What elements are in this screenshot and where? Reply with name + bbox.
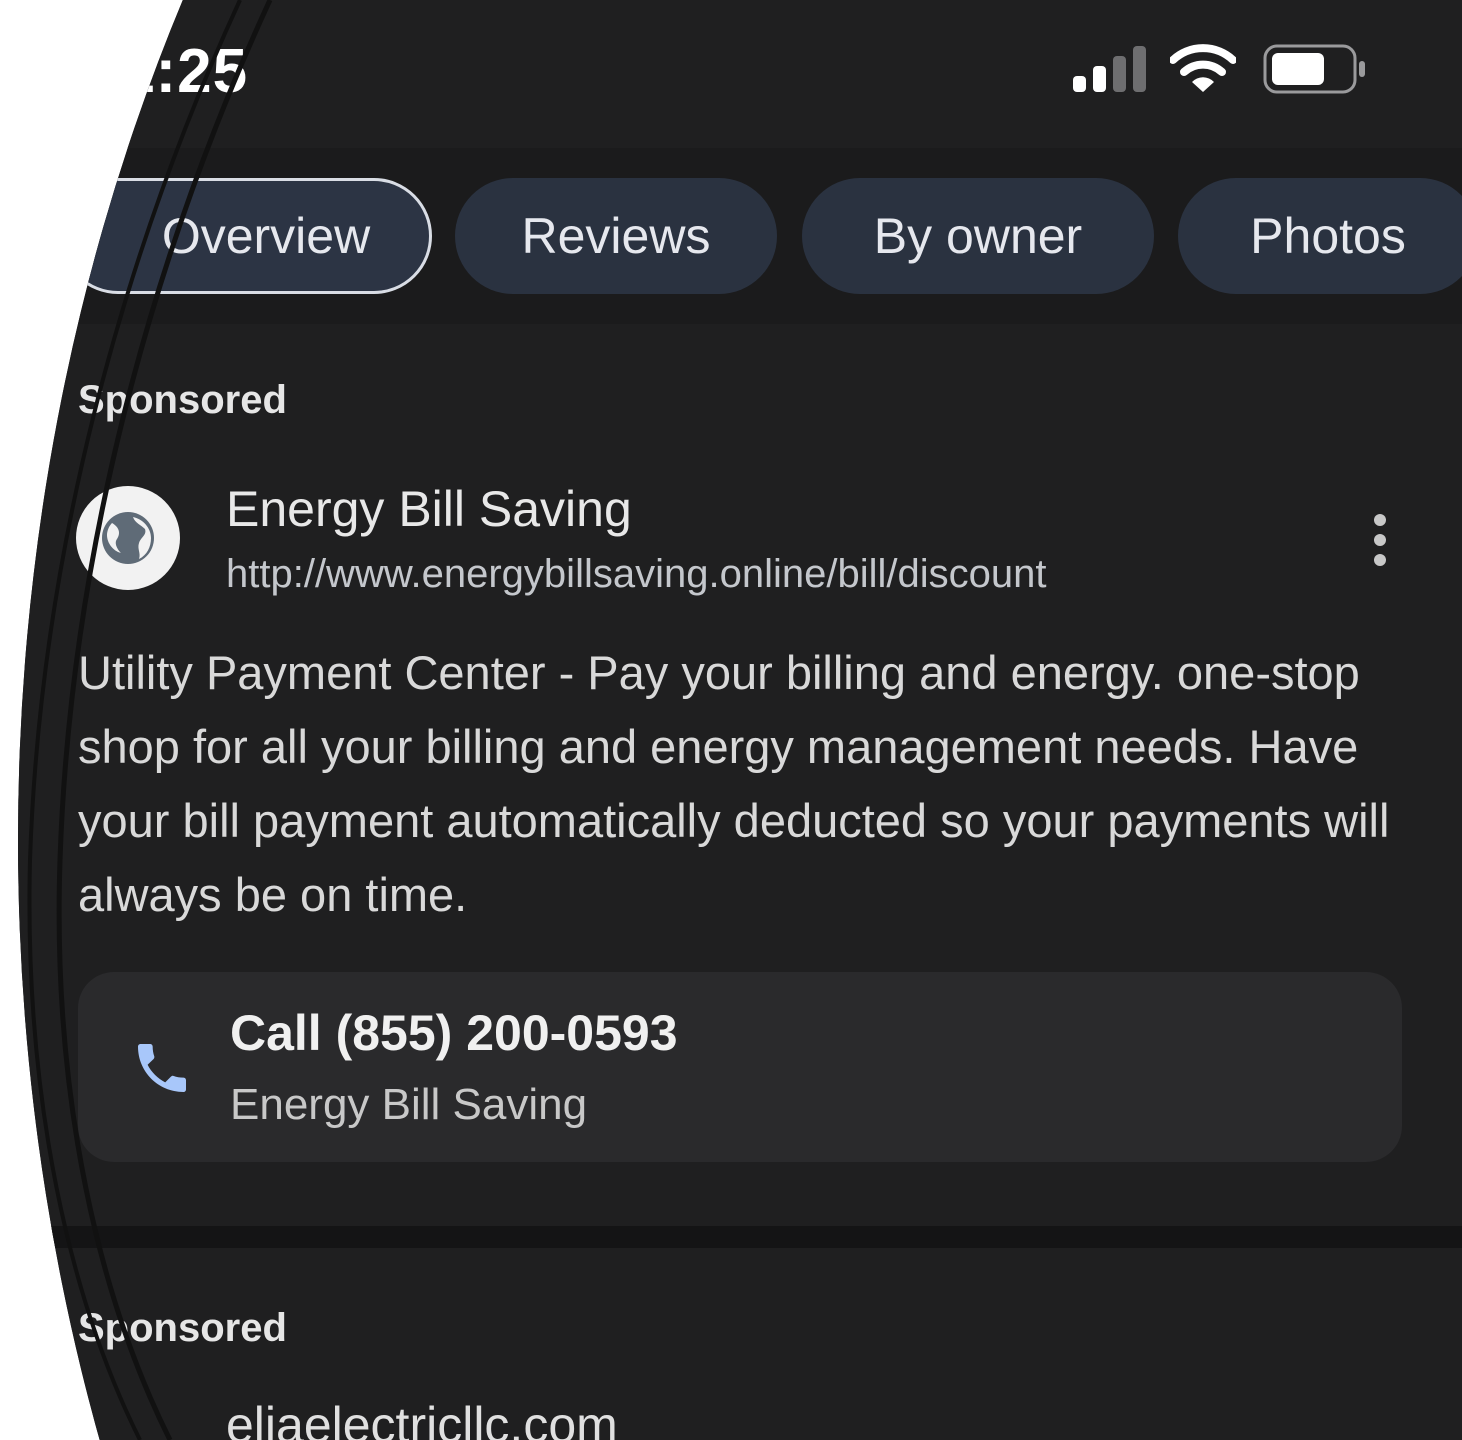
ad-title[interactable]: Energy Bill Saving [226,480,632,538]
ad-logo[interactable] [76,486,180,590]
tab-photos[interactable]: Photos [1178,178,1462,294]
call-button[interactable]: Call (855) 200-0593 Energy Bill Saving [78,972,1402,1162]
section-divider [18,1226,1462,1248]
globe-icon [102,512,154,564]
results-content: Sponsored Energy Bill Saving http://www.… [18,324,1462,1440]
status-bar: 1:25 [18,0,1462,148]
call-label: Call (855) 200-0593 [230,1005,678,1061]
tab-reviews[interactable]: Reviews [455,178,777,294]
phone-screen: 1:25 Overview Reviews By owner Photos Sp… [18,0,1462,1440]
ad-description: Utility Payment Center - Pay your billin… [78,646,1390,921]
ad-url-2[interactable]: eliaelectricllc.com [226,1396,618,1440]
tab-by-owner[interactable]: By owner [802,178,1154,294]
sponsored-label-2: Sponsored [78,1306,287,1350]
tab-overview[interactable]: Overview [60,178,432,294]
ad-url[interactable]: http://www.energybillsaving.online/bill/… [226,552,1046,597]
more-vert-icon[interactable] [1366,512,1394,568]
tab-bar: Overview Reviews By owner Photos [18,148,1462,324]
wifi-icon [1170,44,1236,92]
signal-icon [1073,46,1146,92]
battery-icon [1263,44,1365,94]
phone-icon [138,1044,186,1092]
call-sublabel: Energy Bill Saving [230,1080,588,1129]
sponsored-label: Sponsored [78,378,287,422]
status-time: 1:25 [120,37,249,106]
